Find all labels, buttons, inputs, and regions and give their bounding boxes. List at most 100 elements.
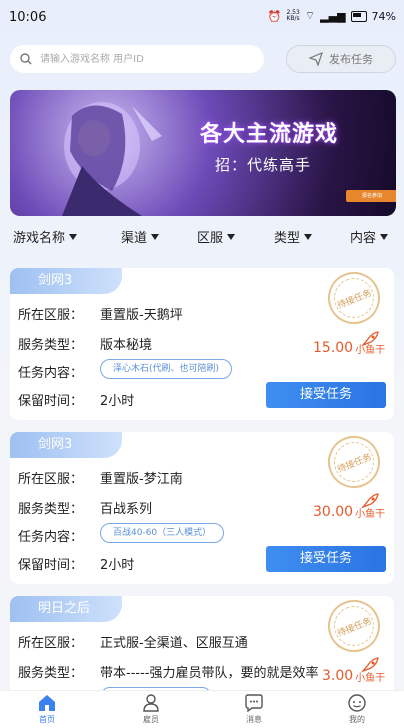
server-value: 重置版-天鹅坪 [100, 308, 183, 323]
banner-subtitle: 招：代练高手 [215, 156, 312, 174]
service-label: 服务类型： [18, 502, 84, 517]
status-icons: ⏰ 2.53 KB/s ⌔ ▂▄▆ 74% [268, 9, 396, 23]
tab-messages[interactable]: 消息 [224, 694, 284, 725]
server-label: 所在区服： [18, 472, 84, 487]
message-icon [245, 694, 263, 712]
home-icon [39, 695, 55, 711]
battery-level: 74% [371, 9, 396, 23]
search-box[interactable] [10, 45, 264, 73]
promo-banner[interactable]: 各大主流游戏 招：代练高手 报名参加 [10, 90, 396, 216]
stamp-label: 待接任务 [336, 452, 374, 476]
server-value: 重置版-梦江南 [100, 472, 183, 487]
content-pill: 泽心木石(代刷、也可陪刷) [100, 359, 233, 379]
game-tag: 剑网3 [10, 268, 122, 294]
service-row: 服务类型： 版本秘境 [18, 334, 152, 353]
filter-label: 内容 [350, 231, 377, 246]
price-unit: 小鱼干 [355, 345, 386, 356]
filter-label: 区服 [197, 231, 224, 246]
price-value: 15.00 [313, 340, 354, 356]
price: 3.00 小鱼干 [322, 668, 385, 684]
server-row: 所在区服： 重置版-天鹅坪 [18, 304, 183, 323]
filter-content[interactable]: 内容 [350, 227, 389, 246]
retain-row: 保留时间： 2小时 [18, 554, 134, 573]
caret-down-icon [151, 233, 160, 240]
banner-chip[interactable]: 报名参加 [346, 190, 396, 202]
caret-down-icon [380, 233, 389, 240]
search-icon [20, 53, 32, 65]
filter-label: 渠道 [121, 231, 148, 246]
pending-stamp-icon: 待接任务 [320, 432, 388, 496]
profile-icon [348, 694, 366, 712]
accept-task-button[interactable]: 接受任务 [266, 382, 386, 408]
publish-task-label: 发布任务 [329, 53, 373, 66]
tab-employees[interactable]: 雇员 [121, 694, 181, 725]
retain-value: 2小时 [100, 394, 135, 409]
service-label: 服务类型： [18, 666, 84, 681]
price-unit: 小鱼干 [355, 509, 386, 520]
stamp-label: 待接任务 [336, 288, 374, 312]
filter-channel[interactable]: 渠道 [121, 227, 160, 246]
price-value: 30.00 [313, 504, 354, 520]
service-value: 带本-----强力雇员带队，要的就是效率 [100, 666, 319, 681]
bottom-tab-bar: 首页 雇员 消息 我的 [0, 690, 404, 728]
server-label: 所在区服： [18, 308, 84, 323]
server-value: 正式服-全渠道、区服互通 [100, 636, 248, 651]
tab-label: 首页 [39, 715, 55, 724]
filter-label: 类型 [274, 231, 301, 246]
server-label: 所在区服： [18, 636, 84, 651]
price-unit: 小鱼干 [355, 673, 386, 684]
price: 15.00 小鱼干 [313, 340, 385, 356]
server-row: 所在区服： 正式服-全渠道、区服互通 [18, 632, 248, 651]
content-label: 任务内容： [18, 530, 84, 545]
service-value: 百战系列 [100, 502, 153, 517]
game-tag: 剑网3 [10, 432, 122, 458]
retain-label: 保留时间： [18, 394, 84, 409]
signal-icon: ▂▄▆ [320, 9, 346, 23]
banner-title: 各大主流游戏 [200, 122, 339, 147]
filter-game-name[interactable]: 游戏名称 [13, 227, 78, 246]
service-row: 服务类型： 百战系列 [18, 498, 152, 517]
tab-label: 雇员 [143, 715, 159, 724]
status-time: 10:06 [9, 10, 47, 25]
send-icon [309, 52, 323, 66]
server-row: 所在区服： 重置版-梦江南 [18, 468, 183, 487]
battery-icon [350, 10, 367, 22]
network-speed: 2.53 KB/s [286, 9, 300, 22]
tab-mine[interactable]: 我的 [327, 694, 387, 725]
tab-label: 我的 [349, 715, 365, 724]
content-row: 任务内容： [18, 362, 100, 381]
caret-down-icon [304, 233, 313, 240]
wifi-icon: ⌔ [304, 9, 316, 22]
task-card[interactable]: 剑网3 待接任务 所在区服： 重置版-天鹅坪 服务类型： 版本秘境 15.00 小鱼干… [10, 268, 394, 420]
filter-type[interactable]: 类型 [274, 227, 313, 246]
service-label: 服务类型： [18, 338, 84, 353]
filter-server[interactable]: 区服 [197, 227, 236, 246]
stamp-label: 待接任务 [336, 616, 374, 640]
tab-home[interactable]: 首页 [17, 694, 77, 725]
alarm-icon: ⏰ [267, 9, 282, 23]
task-card[interactable]: 剑网3 待接任务 所在区服： 重置版-梦江南 服务类型： 百战系列 30.00 小鱼干… [10, 432, 394, 584]
service-value: 版本秘境 [100, 338, 153, 353]
price: 30.00 小鱼干 [313, 504, 385, 520]
caret-down-icon [69, 233, 78, 240]
content-row: 任务内容： [18, 526, 100, 545]
search-input[interactable] [38, 52, 242, 66]
tab-label: 消息 [246, 715, 262, 724]
content-label: 任务内容： [18, 366, 84, 381]
user-icon [143, 694, 159, 712]
pending-stamp-icon: 待接任务 [320, 596, 388, 660]
service-row: 服务类型： 带本-----强力雇员带队，要的就是效率 [18, 662, 318, 681]
banner-character-image [62, 102, 162, 216]
retain-row: 保留时间： 2小时 [18, 390, 134, 409]
filter-bar: 游戏名称 渠道 区服 类型 内容 [0, 227, 404, 249]
game-tag: 明日之后 [10, 596, 122, 622]
status-bar: 10:06 ⏰ 2.53 KB/s ⌔ ▂▄▆ 74% [0, 0, 404, 34]
publish-task-button[interactable]: 发布任务 [286, 45, 396, 73]
content-pill: 百战40-60（三人模式） [100, 523, 225, 543]
filter-label: 游戏名称 [13, 231, 66, 246]
pending-stamp-icon: 待接任务 [320, 268, 388, 332]
accept-task-button[interactable]: 接受任务 [266, 546, 386, 572]
retain-label: 保留时间： [18, 558, 84, 573]
retain-value: 2小时 [100, 558, 135, 573]
price-value: 3.00 [322, 668, 354, 684]
